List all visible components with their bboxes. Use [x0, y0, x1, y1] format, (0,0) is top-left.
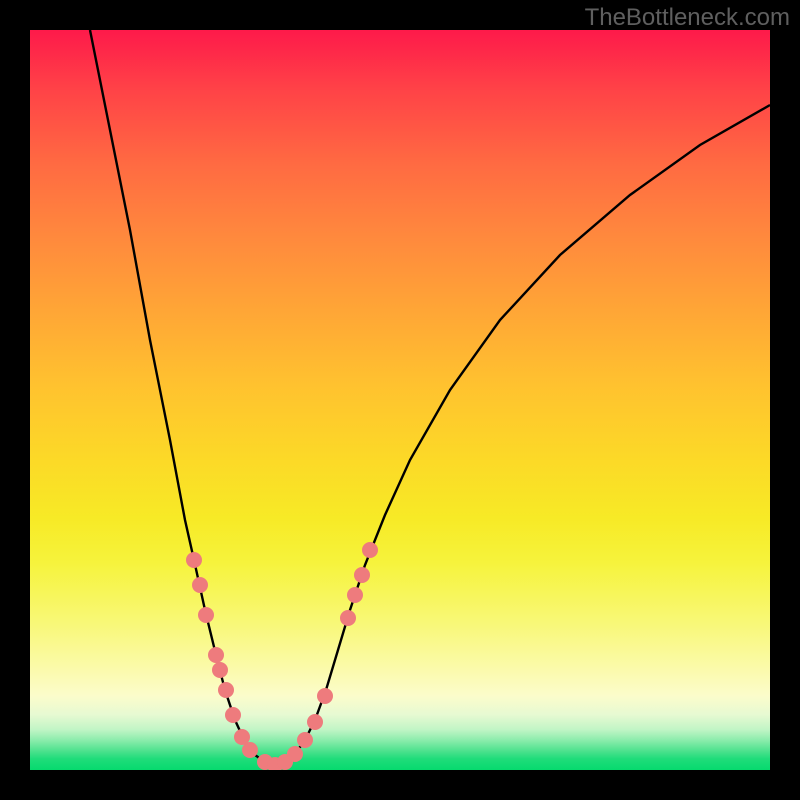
- data-marker: [242, 742, 258, 758]
- data-marker: [340, 610, 356, 626]
- data-marker: [362, 542, 378, 558]
- chart-frame: TheBottleneck.com: [0, 0, 800, 800]
- plot-area: [30, 30, 770, 770]
- data-marker: [225, 707, 241, 723]
- watermark-text: TheBottleneck.com: [585, 4, 790, 32]
- data-marker: [354, 567, 370, 583]
- data-marker: [317, 688, 333, 704]
- curve-left-branch: [90, 30, 275, 765]
- curve-right-branch: [275, 105, 770, 765]
- marker-group: [186, 542, 378, 770]
- data-marker: [192, 577, 208, 593]
- data-marker: [297, 732, 313, 748]
- data-marker: [198, 607, 214, 623]
- data-marker: [307, 714, 323, 730]
- data-marker: [186, 552, 202, 568]
- bottleneck-curve: [30, 30, 770, 770]
- data-marker: [347, 587, 363, 603]
- data-marker: [208, 647, 224, 663]
- data-marker: [212, 662, 228, 678]
- data-marker: [218, 682, 234, 698]
- data-marker: [287, 746, 303, 762]
